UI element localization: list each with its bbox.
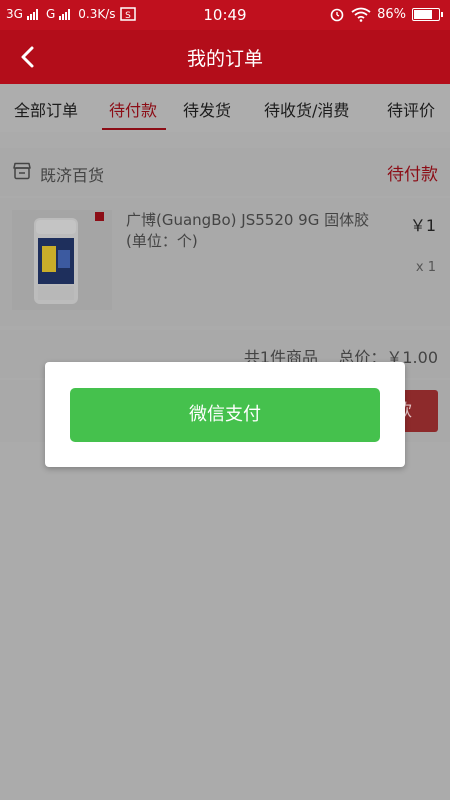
battery-percent: 86% [377,6,406,22]
active-tab-indicator [102,128,166,130]
tab-pending-shipment[interactable]: 待发货 [183,97,231,121]
store-icon [13,162,31,180]
page-title: 我的订单 [186,48,263,70]
tab-all-orders[interactable]: 全部订单 [14,97,78,121]
battery-icon [412,7,443,21]
wifi-icon [351,7,371,22]
glue-stick-image [34,218,78,304]
alarm-icon [330,8,344,22]
tab-pending-payment[interactable]: 待付款 [109,97,157,121]
payment-dialog: 微信支付 [45,362,405,467]
wechat-pay-button[interactable]: 微信支付 [70,388,380,442]
shop-name: 既济百货 [40,166,105,185]
tab-pending-receipt[interactable]: 待收货/消费 [264,97,349,121]
tab-pending-review[interactable]: 待评价 [387,97,435,121]
product-thumbnail [12,210,112,310]
product-item[interactable]: 广博(GuangBo) JS5520 9G 固体胶(单位：个) ￥1 x 1 [0,198,450,326]
thumbnail-badge-icon [95,212,104,221]
shop-header[interactable]: 既济百货 待付款 [0,148,450,196]
title-bar: 我的订单 [0,30,450,84]
status-right: 86% [329,6,443,22]
status-bar: 3G G 0.3K/s S 10:49 86% [0,0,450,30]
product-quantity: x 1 [415,260,436,275]
battery-fill [414,9,433,19]
order-status: 待付款 [387,165,438,185]
product-name: 广博(GuangBo) JS5520 9G 固体胶(单位：个) [126,211,370,250]
order-tabs: 全部订单 待付款 待发货 待收货/消费 待评价 [0,84,450,132]
product-price: ￥1 [409,216,436,235]
